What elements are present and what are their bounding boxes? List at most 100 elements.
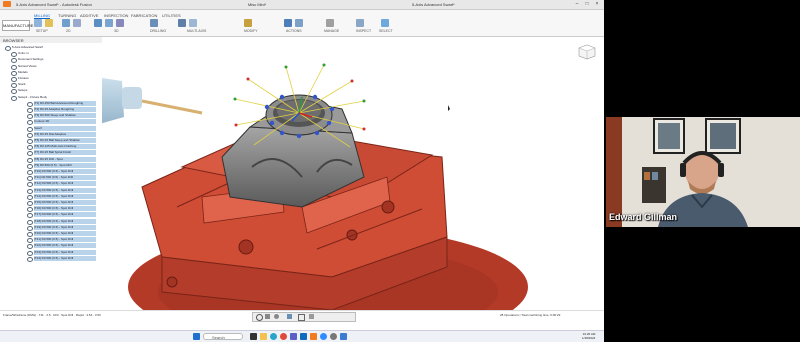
operation-row[interactable]: [T24] D0.500 (0.5) - Spot Drill [34, 255, 96, 261]
group-2d[interactable]: 2D [66, 29, 70, 33]
browser-node[interactable]: 5-Axis Advanced Swarf [12, 45, 96, 50]
operation-row[interactable]: [T6] D0.125 Multi-Axis Finishing [34, 144, 96, 150]
drill-icon[interactable] [150, 19, 158, 27]
multi-axis-contour-icon[interactable] [189, 19, 197, 27]
visibility-eye-icon[interactable] [27, 145, 33, 151]
operation-row[interactable]: [T22] D0.500 (0.5) - Spot Drill [34, 243, 96, 249]
browser-node[interactable]: Setup1 - Fixture Body [18, 95, 96, 100]
operation-row[interactable]: [T12] D0.500 (0.5) - Spot Drill [34, 181, 96, 187]
operation-row[interactable]: [T20] D0.500 (0.5) - Spot Drill [34, 231, 96, 236]
post-process-icon[interactable] [295, 19, 303, 27]
visibility-eye-icon[interactable] [27, 151, 33, 157]
start-icon[interactable] [193, 333, 200, 340]
visibility-eye-icon[interactable] [5, 46, 11, 51]
operation-row[interactable]: [T3] D0.500 Steep and Shallow [34, 113, 96, 119]
browser-node[interactable]: Fixtures [18, 76, 96, 81]
operation-row[interactable]: Swarf [34, 125, 96, 131]
visibility-eye-icon[interactable] [27, 114, 33, 120]
operation-row[interactable]: [T8] D0.25 Drill - Spot [34, 156, 96, 162]
operation-row[interactable]: [T4] D0.25 Flat Adaptive [34, 131, 96, 137]
operation-row[interactable]: [T21] D0.500 (0.5) - Spot Drill [34, 237, 96, 243]
playback-toolbar[interactable] [252, 312, 356, 322]
fusion-icon[interactable] [310, 333, 317, 340]
browser-node[interactable]: Units: in [18, 51, 96, 56]
operation-row[interactable]: [T1] D0.250 Ball Advanced Roughing [34, 100, 96, 106]
group-select[interactable]: SELECT [379, 29, 393, 33]
group-inspect[interactable]: INSPECT [356, 29, 371, 33]
visibility-eye-icon[interactable] [27, 250, 33, 256]
visibility-eye-icon[interactable] [11, 89, 17, 95]
group-actions[interactable]: ACTIONS [286, 29, 302, 33]
grid-icon[interactable] [298, 314, 305, 321]
operation-row[interactable]: [T14] D0.500 (0.5) - Spot Drill [34, 193, 96, 199]
task-view-icon[interactable] [250, 333, 257, 340]
visibility-eye-icon[interactable] [27, 244, 33, 250]
setup-icon[interactable] [34, 19, 42, 27]
visual-style-icon[interactable] [309, 314, 314, 319]
visibility-eye-icon[interactable] [27, 188, 33, 194]
visibility-eye-icon[interactable] [11, 64, 17, 70]
visibility-eye-icon[interactable] [27, 213, 33, 219]
browser-node[interactable]: Setups [18, 88, 96, 93]
adaptive-clearing-icon[interactable] [94, 19, 102, 27]
operation-row[interactable]: [T10] D0.500 (0.5) - Spot Drill [34, 169, 96, 174]
visibility-eye-icon[interactable] [27, 225, 33, 231]
visibility-eye-icon[interactable] [27, 157, 33, 163]
visibility-eye-icon[interactable] [27, 176, 33, 182]
operation-row[interactable]: [T19] D0.500 (0.5) - Spot Drill [34, 224, 96, 230]
3d-viewport[interactable] [0, 37, 604, 342]
visibility-eye-icon[interactable] [11, 52, 17, 58]
group-modify[interactable]: MODIFY [244, 29, 258, 33]
tab-inspection[interactable]: INSPECTION [104, 13, 128, 18]
operation-row[interactable]: [T7] D0.25 Ball Spiral Finish [34, 150, 96, 156]
tab-fabrication[interactable]: FABRICATION [131, 13, 157, 18]
browser-node[interactable]: Stock [18, 82, 96, 87]
visibility-eye-icon[interactable] [11, 77, 17, 82]
file-explorer-icon[interactable] [260, 333, 267, 340]
group-multi-axis[interactable]: MULTI-AXIS [187, 29, 206, 33]
tab-turning[interactable]: TURNING [58, 13, 76, 18]
view-cube-icon[interactable] [578, 44, 596, 60]
visibility-eye-icon[interactable] [27, 139, 33, 144]
operation-row[interactable]: [T2] D0.25 Adaptive Roughing [34, 107, 96, 112]
steep-shallow-icon[interactable] [116, 19, 124, 27]
visibility-eye-icon[interactable] [11, 83, 17, 89]
operation-row[interactable]: [T18] D0.500 (0.5) - Spot Drill [34, 218, 96, 224]
inspect-icon[interactable] [356, 19, 364, 27]
orbit-icon[interactable] [256, 314, 263, 321]
browser-node[interactable]: Models [18, 70, 96, 75]
visibility-eye-icon[interactable] [27, 219, 33, 225]
operation-row[interactable]: [T15] D0.500 (0.5) - Spot Drill [34, 200, 96, 205]
pan-icon[interactable] [265, 314, 270, 319]
edge-icon[interactable] [270, 333, 277, 340]
taskbar-clock[interactable]: 10:26 AM 1/18/2024 [582, 332, 595, 340]
operation-row[interactable]: [T17] D0.500 (0.5) - Spot Drill [34, 212, 96, 218]
group-manage[interactable]: MANAGE [324, 29, 339, 33]
visibility-eye-icon[interactable] [11, 58, 17, 64]
face-icon[interactable] [62, 19, 70, 27]
teams-icon[interactable] [290, 333, 297, 340]
group-setup[interactable]: SETUP [36, 29, 48, 33]
visibility-eye-icon[interactable] [27, 207, 33, 213]
store-icon[interactable] [340, 333, 347, 340]
visibility-eye-icon[interactable] [27, 120, 33, 126]
operation-row[interactable]: [T13] D0.500 (0.5) - Spot Drill [34, 187, 96, 193]
visibility-eye-icon[interactable] [27, 170, 33, 175]
minimize-icon[interactable]: – [574, 1, 580, 7]
zoom-app-icon[interactable] [320, 333, 327, 340]
browser-node[interactable]: Document Settings [18, 57, 96, 62]
visibility-eye-icon[interactable] [27, 201, 33, 206]
visibility-eye-icon[interactable] [27, 256, 33, 262]
visibility-eye-icon[interactable] [27, 182, 33, 188]
new-folder-icon[interactable] [45, 19, 53, 27]
settings-icon[interactable] [330, 333, 337, 340]
visibility-eye-icon[interactable] [27, 126, 33, 132]
workspace-switcher[interactable]: MANUFACTURE [2, 20, 33, 31]
group-3d[interactable]: 3D [114, 29, 118, 33]
swarf-icon[interactable] [178, 19, 186, 27]
group-drilling[interactable]: DRILLING [150, 29, 166, 33]
tab-additive[interactable]: ADDITIVE [80, 13, 98, 18]
visibility-eye-icon[interactable] [27, 101, 33, 107]
visibility-eye-icon[interactable] [11, 70, 17, 76]
operation-row[interactable]: [T5] D0.25 Ball Steep and Shallow [34, 138, 96, 143]
